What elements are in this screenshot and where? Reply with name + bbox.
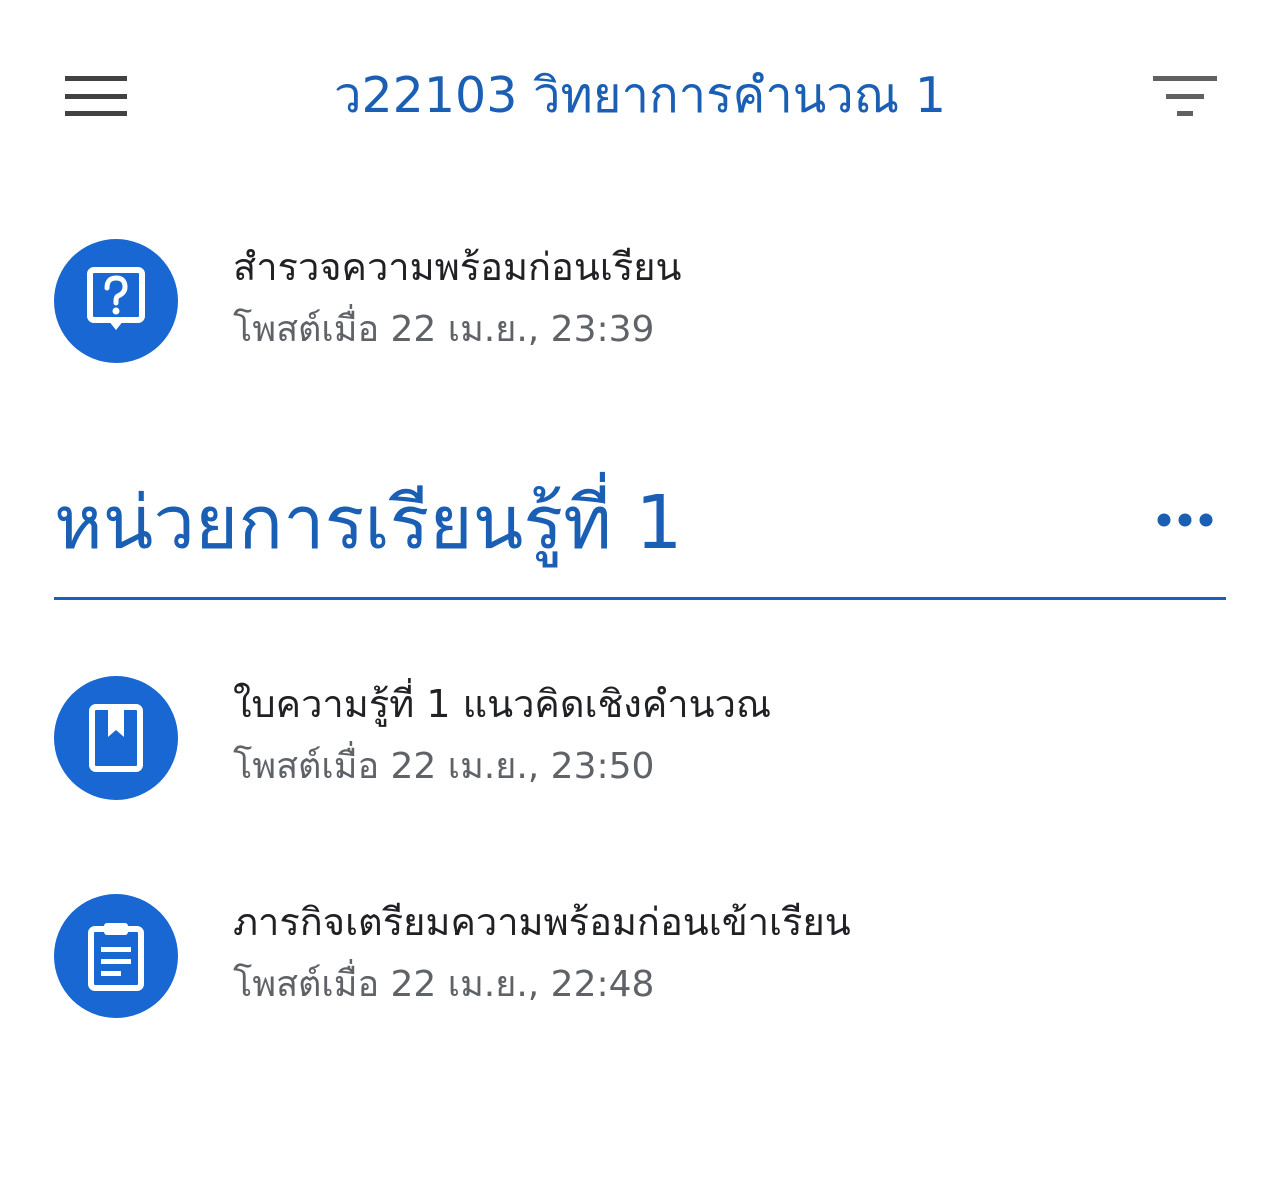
class-title: ว22103 วิทยาการคำนวณ 1 (333, 67, 947, 124)
hamburger-menu-icon (65, 76, 127, 116)
item-title: สำรวจความพร้อมก่อนเรียน (233, 245, 682, 289)
topic-more-button[interactable] (1140, 480, 1230, 560)
stream-item-assignment[interactable]: ภารกิจเตรียมความพร้อมก่อนเข้าเรียน โพสต์… (0, 880, 1280, 1030)
filter-button[interactable] (1130, 56, 1240, 136)
material-icon (89, 704, 143, 772)
question-icon (87, 267, 145, 330)
item-posted-date: โพสต์เมื่อ 22 เม.ย., 23:50 (233, 746, 655, 787)
item-icon-circle (54, 676, 178, 800)
item-title: ใบความรู้ที่ 1 แนวคิดเชิงคำนวณ (233, 682, 772, 726)
assignment-icon (88, 923, 144, 991)
item-icon-circle (54, 894, 178, 1018)
stream-item-question[interactable]: สำรวจความพร้อมก่อนเรียน โพสต์เมื่อ 22 เม… (0, 225, 1280, 375)
item-icon-circle (54, 239, 178, 363)
item-title: ภารกิจเตรียมความพร้อมก่อนเข้าเรียน (233, 900, 851, 944)
filter-icon (1153, 76, 1217, 116)
topic-title: หน่วยการเรียนรู้ที่ 1 (54, 480, 683, 566)
menu-button[interactable] (40, 56, 152, 136)
stream-item-material[interactable]: ใบความรู้ที่ 1 แนวคิดเชิงคำนวณ โพสต์เมื่… (0, 662, 1280, 812)
topic-divider (54, 597, 1226, 600)
item-posted-date: โพสต์เมื่อ 22 เม.ย., 23:39 (233, 309, 655, 350)
more-horizontal-icon (1157, 513, 1213, 527)
app-bar: ว22103 วิทยาการคำนวณ 1 (0, 0, 1280, 195)
item-posted-date: โพสต์เมื่อ 22 เม.ย., 22:48 (233, 964, 655, 1005)
